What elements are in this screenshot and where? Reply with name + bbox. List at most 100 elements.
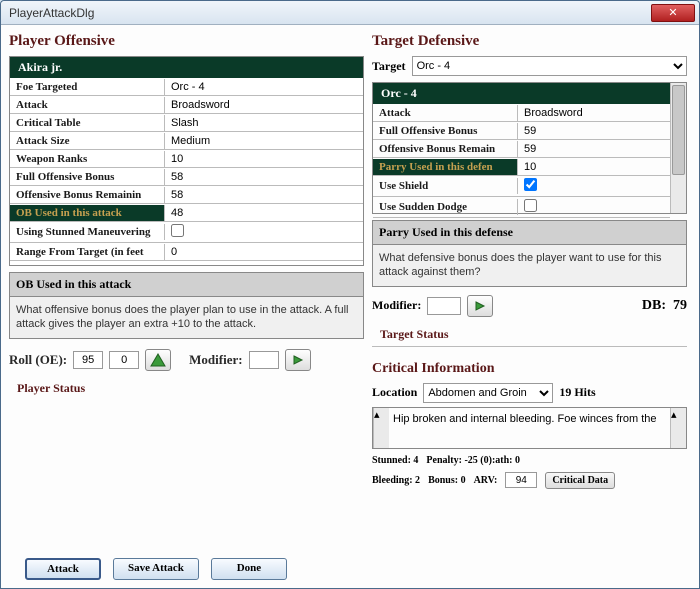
crit-scroll-left[interactable]: ▴ [373, 408, 389, 448]
table-row: Using Stunned Maneuvering [10, 222, 363, 243]
player-status-label: Player Status [17, 381, 364, 396]
row-value[interactable]: 10 [165, 151, 363, 167]
row-value[interactable]: Orc - 4 [165, 79, 363, 95]
offense-hint-body: What offensive bonus does the player pla… [10, 297, 363, 338]
hits-label: 19 Hits [559, 385, 595, 400]
row-value [518, 176, 670, 196]
row-value[interactable]: 58 [165, 169, 363, 185]
roll-input-2[interactable] [109, 351, 139, 369]
db-value: 79 [673, 298, 687, 313]
defense-panel: Orc - 4 AttackBroadswordFull Offensive B… [372, 82, 687, 214]
row-checkbox[interactable] [524, 199, 537, 212]
row-label: Full Offensive Bonus [373, 123, 518, 139]
arv-label: ARV: [474, 475, 498, 486]
row-value[interactable]: Slash [165, 115, 363, 131]
defense-hint-title: Parry Used in this defense [373, 221, 686, 245]
row-label: Foe Targeted [10, 79, 165, 95]
roll-input-1[interactable] [73, 351, 103, 369]
row-label: Critical Table [10, 115, 165, 131]
offense-modifier-label: Modifier: [189, 352, 242, 368]
row-label: Parry Used in this defen [373, 159, 518, 175]
row-label: Attack [373, 105, 518, 121]
defense-apply-button[interactable] [467, 295, 493, 317]
row-label: Attack [10, 97, 165, 113]
location-label: Location [372, 385, 417, 400]
defense-modifier-label: Modifier: [372, 298, 421, 313]
table-row: Use Shield [373, 176, 670, 197]
roll-label: Roll (OE): [9, 352, 67, 368]
row-label: Use Shield [373, 178, 518, 194]
table-row: Full Offensive Bonus58 [10, 168, 363, 186]
offense-hint-title: OB Used in this attack [10, 273, 363, 297]
row-label: Offensive Bonus Remain [373, 141, 518, 157]
row-value[interactable]: 48 [165, 205, 363, 221]
row-checkbox[interactable] [524, 178, 537, 191]
row-value[interactable]: 0 [165, 244, 363, 260]
row-label: Range From Target (in feet [10, 244, 165, 260]
row-label: Using Stunned Maneuvering [10, 224, 165, 240]
row-value [518, 197, 670, 217]
offense-panel: Akira jr. Foe TargetedOrc - 4AttackBroad… [9, 56, 364, 266]
titlebar: PlayerAttackDlg ✕ [1, 1, 699, 25]
defense-modifier-input[interactable] [427, 297, 461, 315]
table-row: AttackBroadsword [10, 96, 363, 114]
arv-input[interactable] [505, 472, 537, 488]
row-value[interactable]: 58 [165, 187, 363, 203]
offense-character: Akira jr. [10, 57, 363, 78]
defense-scrollbar[interactable] [670, 83, 686, 213]
crit-text: Hip broken and internal bleeding. Foe wi… [389, 408, 670, 448]
table-row: OB Used in this attack48 [10, 204, 363, 222]
defense-character: Orc - 4 [373, 83, 670, 104]
table-row: Foe TargetedOrc - 4 [10, 78, 363, 96]
target-select[interactable]: Orc - 4 [412, 56, 687, 76]
row-value[interactable]: Medium [165, 133, 363, 149]
row-label: OB Used in this attack [10, 205, 165, 221]
table-row: Range From Target (in feet0 [10, 243, 363, 261]
stunned-stat: Stunned: 4 [372, 455, 418, 466]
table-row: Use Sudden Dodge [373, 197, 670, 218]
bleeding-stat: Bleeding: 2 [372, 475, 420, 486]
table-row: Parry Used in this defen10 [373, 158, 670, 176]
row-value[interactable]: 59 [518, 123, 670, 139]
dialog-window: PlayerAttackDlg ✕ Player Offensive Akira… [0, 0, 700, 589]
done-button[interactable]: Done [211, 558, 287, 580]
close-button[interactable]: ✕ [651, 4, 695, 22]
offense-hint: OB Used in this attack What offensive bo… [9, 272, 364, 339]
table-row: Offensive Bonus Remain59 [373, 140, 670, 158]
bonus-stat: Bonus: 0 [428, 475, 466, 486]
attack-button[interactable]: Attack [25, 558, 101, 580]
table-row: Attack SizeMedium [10, 132, 363, 150]
row-label: Full Offensive Bonus [10, 169, 165, 185]
row-label: Offensive Bonus Remainin [10, 187, 165, 203]
table-row: AttackBroadsword [373, 104, 670, 122]
target-label: Target [372, 59, 406, 74]
row-value[interactable]: Broadsword [165, 97, 363, 113]
window-title: PlayerAttackDlg [5, 6, 94, 20]
critical-data-button[interactable]: Critical Data [545, 472, 615, 489]
table-row: Weapon Ranks10 [10, 150, 363, 168]
offense-apply-button[interactable] [285, 349, 311, 371]
table-row: Offensive Bonus Remainin58 [10, 186, 363, 204]
roll-dice-button[interactable] [145, 349, 171, 371]
defense-title: Target Defensive [372, 33, 687, 50]
row-label: Use Sudden Dodge [373, 199, 518, 215]
location-select[interactable]: Abdomen and Groin [423, 383, 553, 403]
table-row: Full Offensive Bonus59 [373, 122, 670, 140]
row-checkbox[interactable] [171, 224, 184, 237]
crit-scroll-right[interactable]: ▴ [670, 408, 686, 448]
defense-hint: Parry Used in this defense What defensiv… [372, 220, 687, 287]
row-value[interactable]: 59 [518, 141, 670, 157]
penalty-stat: Penalty: -25 (0):ath: 0 [426, 455, 520, 466]
defense-hint-body: What defensive bonus does the player wan… [373, 245, 686, 286]
row-label: Weapon Ranks [10, 151, 165, 167]
db-label: DB: [642, 298, 666, 313]
row-value[interactable]: 10 [518, 159, 670, 175]
save-attack-button[interactable]: Save Attack [113, 558, 199, 580]
target-status-label: Target Status [380, 327, 687, 342]
offense-modifier-input[interactable] [249, 351, 279, 369]
row-value[interactable]: Broadsword [518, 105, 670, 121]
crit-title: Critical Information [372, 361, 687, 377]
row-label: Attack Size [10, 133, 165, 149]
table-row: Critical TableSlash [10, 114, 363, 132]
row-value [165, 222, 363, 242]
